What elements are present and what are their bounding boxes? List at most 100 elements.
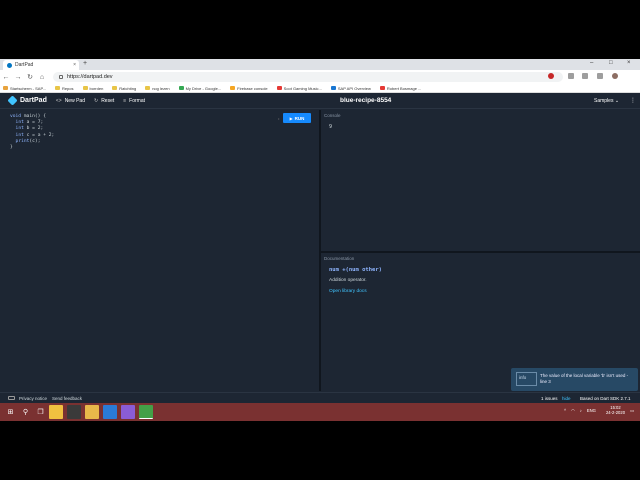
clock-date: 24-2-2020	[605, 410, 626, 415]
extension-icon[interactable]	[597, 73, 603, 79]
bookmark-icon	[230, 86, 236, 90]
bookmark-label: Robert Bosmage ...	[386, 85, 422, 91]
clock[interactable]: 15:02 24-2-2020	[601, 405, 625, 415]
tab-dartpad[interactable]: DartPad ×	[3, 60, 79, 70]
format-button[interactable]: ≡ Format	[123, 98, 145, 104]
new-pad-label: New Pad	[64, 97, 85, 104]
bookmark-label: Firebase console	[237, 85, 268, 91]
maximize-button[interactable]: □	[609, 60, 613, 66]
code-line: }	[10, 145, 54, 151]
bookmark-icon	[330, 86, 336, 90]
bookmark-item[interactable]: SAP API Overview	[330, 85, 371, 91]
mail-app-icon[interactable]	[67, 405, 81, 419]
doc-description: Addition operator.	[329, 278, 367, 283]
bookmark-icon	[82, 86, 88, 90]
toast-message: The value of the local variable 'b' isn'…	[540, 373, 629, 384]
system-tray: ^ ◠ ♪ ENG 15:02 24-2-2020 ▭	[559, 405, 634, 415]
new-pad-button[interactable]: <> New Pad	[56, 98, 85, 104]
notifications-icon[interactable]: ▭	[630, 408, 634, 413]
bookmark-label: borrden	[89, 85, 104, 91]
volume-icon[interactable]: ♪	[580, 408, 582, 413]
pad-name: blue-recipe-8554	[340, 97, 392, 104]
privacy-notice-link[interactable]: Privacy notice	[19, 396, 47, 401]
code-rest: b = 2;	[23, 126, 44, 132]
bookmark-icon	[54, 86, 60, 90]
bookmark-label: Soot Gaming Music...	[283, 85, 322, 91]
forward-button[interactable]: →	[12, 74, 24, 81]
bookmark-label: Ratchting	[119, 85, 137, 91]
visualstudio-app-icon[interactable]	[121, 405, 135, 419]
code-rest: c = a + 2;	[23, 132, 55, 138]
code-icon: <>	[55, 97, 62, 104]
reset-button[interactable]: ↻ Reset	[94, 98, 114, 104]
search-icon[interactable]: ⚲	[21, 408, 30, 417]
bookmark-icon	[145, 86, 151, 90]
network-icon[interactable]: ◠	[571, 408, 575, 413]
address-bar[interactable]: https://dartpad.dev	[53, 72, 563, 82]
extension-icon[interactable]	[568, 73, 574, 79]
extension-icon[interactable]	[548, 73, 554, 79]
reload-button[interactable]: ↻	[24, 73, 36, 81]
open-library-docs-link[interactable]: Open library docs	[329, 289, 367, 294]
bookmark-item[interactable]: My Drive - Google...	[178, 85, 222, 91]
code-keyword: int	[15, 126, 24, 132]
samples-dropdown[interactable]: Samples ⌄	[594, 98, 619, 104]
dartpad-favicon-icon	[7, 62, 12, 68]
back-button[interactable]: ←	[0, 74, 12, 81]
play-icon: ▶	[289, 115, 293, 121]
format-icon: ≡	[123, 97, 127, 104]
run-label: RUN	[294, 115, 305, 121]
reset-label: Reset	[101, 97, 115, 104]
task-view-icon[interactable]: ❐	[36, 408, 45, 417]
profile-avatar[interactable]	[612, 73, 618, 79]
taskbar-apps	[45, 405, 153, 419]
bookmark-item[interactable]: borrden	[82, 85, 104, 91]
windows-start-icon[interactable]: ⊞	[6, 408, 15, 417]
tab-close-icon[interactable]: ×	[73, 62, 76, 68]
samples-label: Samples	[594, 98, 614, 104]
code-keyword: int	[15, 120, 24, 126]
bookmark-label: My Drive - Google...	[185, 85, 222, 91]
vscode-app-icon[interactable]	[103, 405, 117, 419]
run-button[interactable]: ▶ RUN	[283, 113, 311, 123]
screen: DartPad × + – □ × ← → ↻ ⌂ https://dartpa…	[0, 59, 640, 421]
language-indicator[interactable]: ENG	[587, 408, 596, 413]
home-button[interactable]: ⌂	[36, 74, 48, 81]
chevron-down-icon: ⌄	[614, 98, 620, 104]
new-tab-button[interactable]: +	[83, 60, 87, 67]
issues-count: 1 issues	[541, 396, 558, 401]
bookmark-item[interactable]: Repos	[54, 86, 74, 91]
explorer-app-icon[interactable]	[49, 405, 63, 419]
minimize-button[interactable]: –	[590, 60, 593, 66]
bookmark-item[interactable]: Startscherm - SAP...	[3, 86, 46, 91]
bookmark-item[interactable]: Ratchting	[112, 86, 136, 91]
bookmark-item[interactable]: Firebase console	[230, 85, 268, 91]
url-text: https://dartpad.dev	[67, 74, 113, 80]
more-options-icon[interactable]: ⋮	[630, 97, 636, 104]
files-app-icon[interactable]	[85, 405, 99, 419]
browser-toolbar: ← → ↻ ⌂ https://dartpad.dev	[0, 70, 640, 84]
analysis-toast[interactable]: info The value of the local variable 'b'…	[511, 368, 638, 391]
bookmarks-bar: Startscherm - SAP... Repos borrden Ratchtin…	[0, 84, 640, 93]
format-label: Format	[129, 97, 146, 104]
code-editor[interactable]: void main() { int a = 7; int b = 2; int …	[0, 110, 319, 391]
send-feedback-link[interactable]: Send feedback	[52, 396, 82, 401]
code-text[interactable]: void main() { int a = 7; int b = 2; int …	[10, 114, 54, 151]
bookmark-label: SAP API Overview	[337, 85, 371, 91]
extension-icon[interactable]	[582, 73, 588, 79]
code-keyword: print	[15, 138, 30, 144]
tray-arrow-icon[interactable]: ^	[564, 408, 566, 413]
close-window-button[interactable]: ×	[627, 60, 631, 66]
bookmark-icon	[276, 86, 282, 90]
bookmark-item[interactable]: Robert Bosmage ...	[379, 85, 422, 91]
console-pane: Console 9	[321, 110, 640, 251]
keyboard-icon[interactable]	[8, 396, 15, 400]
bookmark-item[interactable]: Soot Gaming Music...	[276, 85, 322, 91]
doc-signature: num +(num other)	[329, 267, 382, 273]
chrome-app-icon[interactable]	[139, 405, 153, 419]
bookmark-icon	[3, 86, 8, 90]
hide-issues-link[interactable]: hide	[562, 396, 571, 401]
bookmark-item[interactable]: nog lezen	[145, 86, 170, 91]
tab-title: DartPad	[15, 62, 34, 68]
code-keyword: int	[15, 132, 24, 138]
